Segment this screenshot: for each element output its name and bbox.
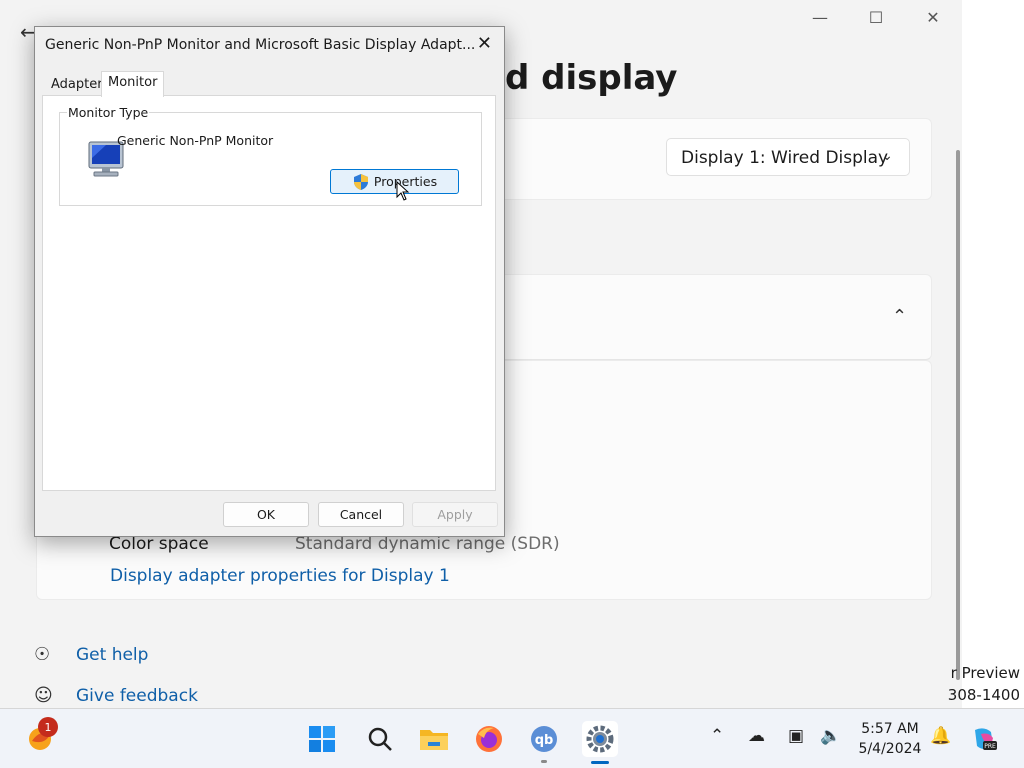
tab-monitor[interactable]: Monitor: [101, 71, 165, 97]
active-app-indicator: [591, 761, 609, 764]
svg-text:qb: qb: [535, 733, 554, 748]
monitor-tab-panel: Monitor Type Generic Non-PnP Monitor Pro…: [42, 95, 496, 491]
monitor-type-label: Monitor Type: [67, 105, 150, 120]
clock-date: 5/4/2024: [858, 741, 922, 757]
settings-icon: [586, 725, 614, 753]
notification-badge: 1: [38, 717, 58, 737]
file-explorer-icon: [420, 730, 448, 750]
start-icon: [309, 726, 335, 752]
get-help-label: Get help: [76, 645, 149, 665]
apply-button[interactable]: Apply: [412, 502, 498, 527]
close-button[interactable]: ✕: [918, 8, 948, 27]
copilot-button[interactable]: PRE: [966, 721, 1002, 757]
tab-adapter[interactable]: Adapter: [44, 73, 110, 95]
volume-muted-icon[interactable]: 🔈: [820, 726, 841, 746]
chevron-down-icon: ⌄: [881, 148, 893, 164]
give-feedback-label: Give feedback: [76, 686, 198, 706]
qbittorrent-button[interactable]: qb: [526, 721, 562, 763]
desktop-background: r Preview 308-1400: [948, 0, 1024, 708]
monitor-properties-dialog: Generic Non-PnP Monitor and Microsoft Ba…: [34, 26, 505, 537]
maximize-button[interactable]: ☐: [861, 8, 891, 27]
start-button[interactable]: [304, 721, 340, 757]
clock-time: 5:57 AM: [861, 721, 919, 737]
dialog-close-icon[interactable]: ✕: [477, 33, 492, 54]
file-explorer-button[interactable]: [416, 721, 452, 757]
search-icon: [368, 727, 392, 751]
page-title: d display: [505, 58, 678, 98]
svg-text:PRE: PRE: [984, 743, 996, 750]
cancel-button[interactable]: Cancel: [318, 502, 404, 527]
settings-button[interactable]: [582, 721, 618, 764]
help-icon: ☉: [34, 644, 51, 665]
display-select-value: Display 1: Wired Display: [681, 148, 889, 168]
chevron-up-icon[interactable]: ⌃: [892, 306, 907, 327]
uac-shield-icon: [353, 173, 368, 190]
show-hidden-icons-chevron-icon[interactable]: ⌃: [710, 726, 724, 746]
taskbar: 1 qb ⌃ ☁ ▣ 🔈 5:57 AM 5/4/2024 🔔 PRE: [0, 708, 1024, 768]
copilot-icon: PRE: [975, 728, 997, 750]
firefox-button[interactable]: [471, 721, 507, 757]
watermark-line1: r Preview: [950, 664, 1020, 682]
onedrive-icon[interactable]: ☁: [748, 726, 765, 746]
scrollbar[interactable]: [956, 150, 960, 680]
minimize-button[interactable]: —: [805, 8, 835, 27]
give-feedback-link[interactable]: ☺ Give feedback: [34, 685, 198, 706]
monitor-properties-button[interactable]: Properties: [330, 169, 459, 194]
display-adapter-properties-link[interactable]: Display adapter properties for Display 1: [110, 566, 450, 586]
running-indicator: [541, 760, 547, 763]
search-button[interactable]: [362, 721, 398, 757]
get-help-link[interactable]: ☉ Get help: [34, 644, 148, 665]
monitor-name: Generic Non-PnP Monitor: [117, 133, 274, 148]
watermark-line2: 308-1400: [947, 686, 1020, 704]
notification-bell-icon[interactable]: 🔔: [930, 726, 951, 746]
color-space-label: Color space: [109, 534, 209, 554]
network-icon[interactable]: ▣: [788, 726, 804, 746]
mouse-cursor-icon: [396, 181, 410, 201]
firefox-icon: [476, 726, 502, 752]
ok-button[interactable]: OK: [223, 502, 309, 527]
dialog-title: Generic Non-PnP Monitor and Microsoft Ba…: [45, 37, 476, 53]
feedback-icon: ☺: [34, 685, 53, 706]
qbittorrent-icon: qb: [531, 726, 557, 752]
clock[interactable]: 5:57 AM 5/4/2024: [852, 719, 928, 759]
display-select-dropdown[interactable]: Display 1: Wired Display ⌄: [666, 138, 910, 176]
color-space-value: Standard dynamic range (SDR): [295, 534, 560, 554]
